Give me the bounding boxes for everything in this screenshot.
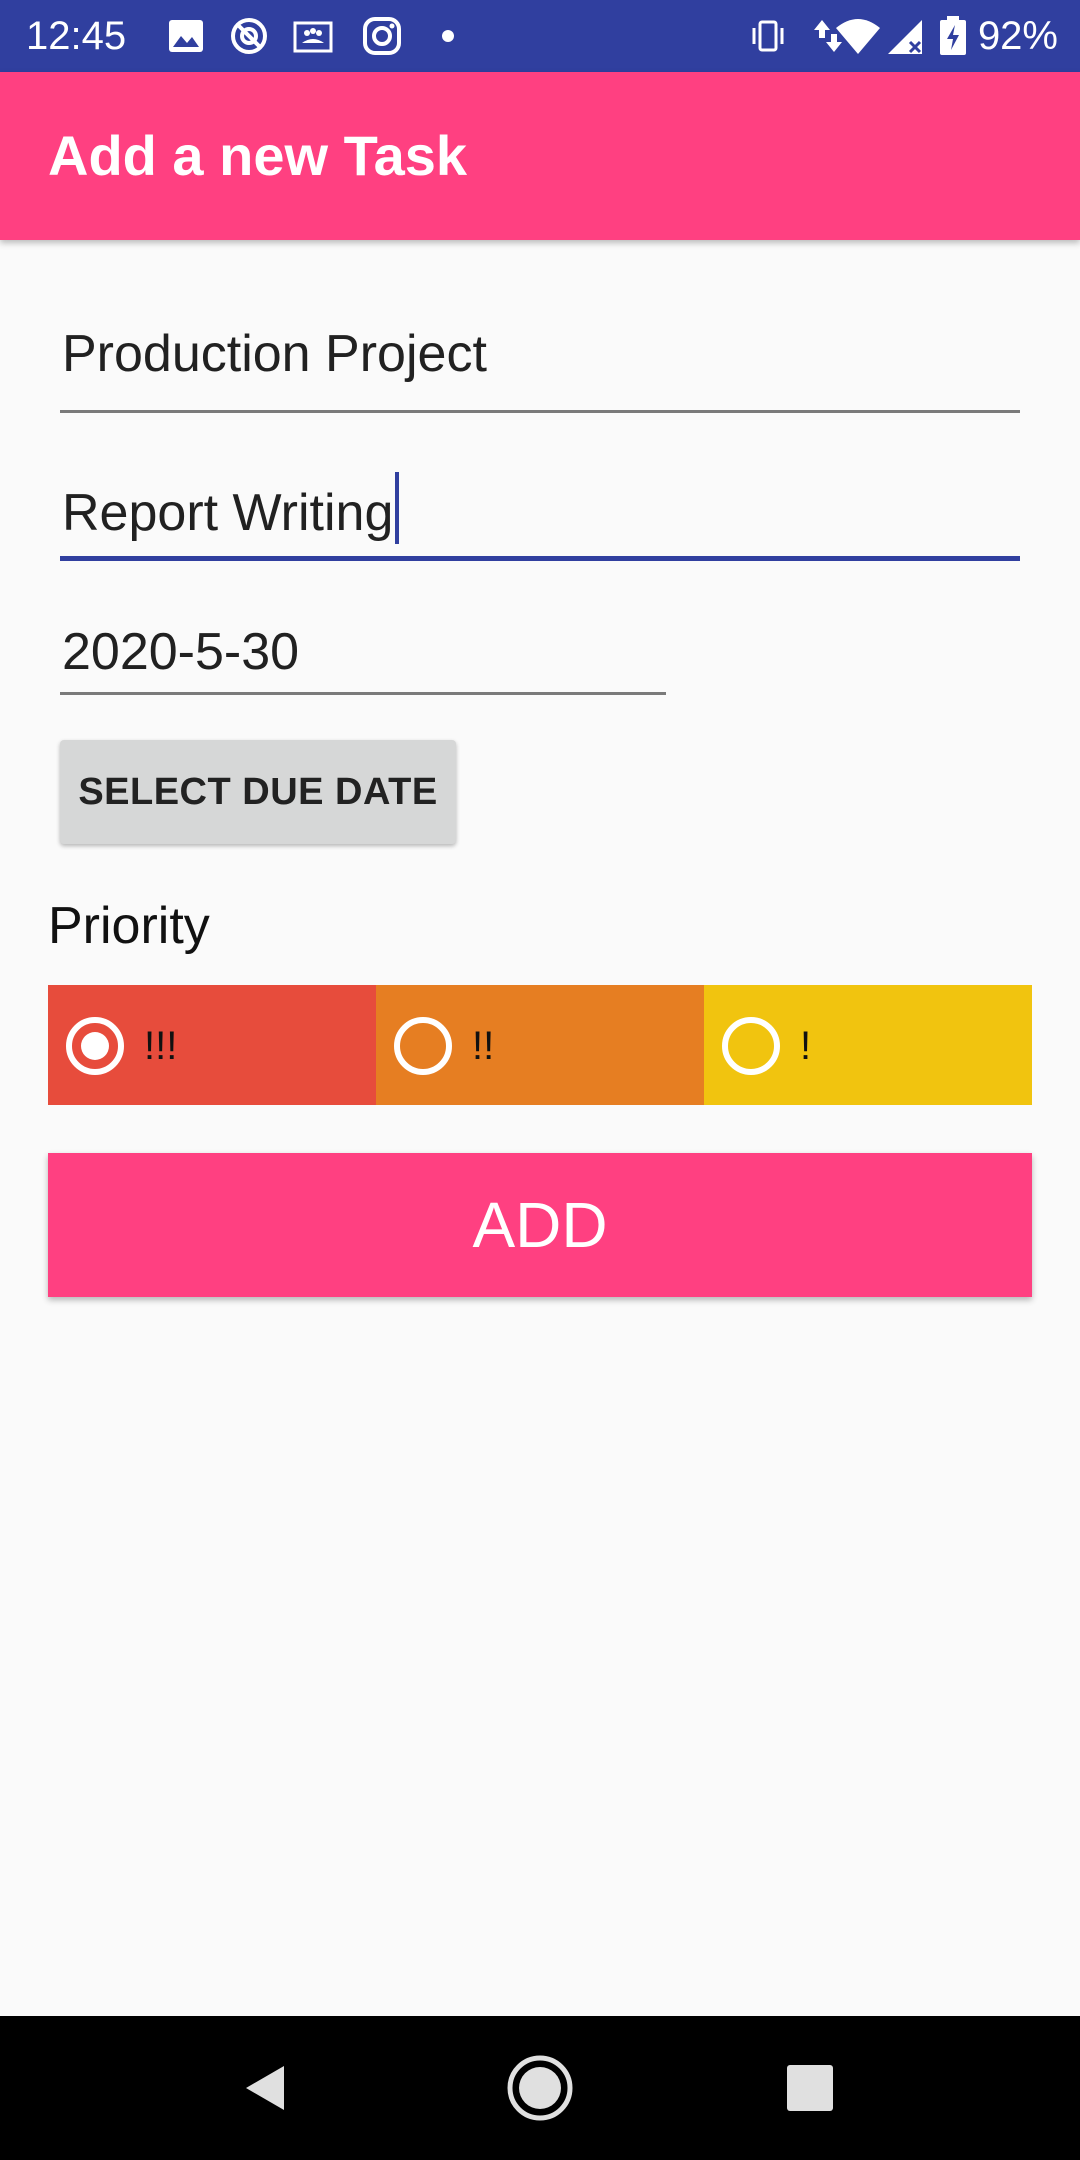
- due-date-field[interactable]: 2020-5-30: [60, 620, 666, 695]
- battery-icon: [940, 16, 966, 55]
- radio-unchecked-icon[interactable]: [722, 1017, 780, 1075]
- vibrate-icon: [752, 20, 784, 52]
- back-icon[interactable]: [230, 2052, 302, 2124]
- page-title: Add a new Task: [48, 124, 468, 187]
- vpn-icon: [231, 18, 267, 54]
- status-bar: 12:45 92%: [0, 0, 1080, 72]
- status-time: 12:45: [26, 14, 127, 58]
- add-button[interactable]: ADD: [48, 1153, 1032, 1297]
- radio-unchecked-icon[interactable]: [394, 1017, 452, 1075]
- dot-icon: [442, 30, 454, 42]
- priority-radio-group: !!! !! !: [48, 985, 1032, 1105]
- wifi-icon: [836, 19, 880, 54]
- task-name-value: Report Writing: [62, 484, 394, 542]
- task-name-underline: [60, 556, 1020, 561]
- priority-high-option[interactable]: !!!: [48, 985, 376, 1105]
- priority-high-label: !!!: [144, 1024, 178, 1068]
- battery-percent: 92%: [977, 14, 1058, 58]
- task-name-field[interactable]: Report Writing: [60, 472, 1020, 561]
- priority-medium-label: !!: [472, 1024, 495, 1068]
- priority-low-label: !: [800, 1024, 812, 1068]
- text-cursor: [395, 472, 400, 544]
- recents-icon[interactable]: [774, 2052, 846, 2124]
- project-name-value: Production Project: [62, 325, 487, 383]
- signal-icon: [888, 20, 922, 54]
- priority-label: Priority: [48, 897, 210, 955]
- priority-medium-option[interactable]: !!: [376, 985, 704, 1105]
- instagram-icon: [363, 17, 401, 55]
- image-icon: [169, 20, 203, 52]
- app-bar: Add a new Task: [0, 72, 1080, 240]
- due-date-value: 2020-5-30: [62, 623, 300, 681]
- project-name-underline: [60, 410, 1020, 413]
- select-due-date-button[interactable]: SELECT DUE DATE: [60, 740, 456, 844]
- radio-checked-icon[interactable]: [66, 1017, 124, 1075]
- due-date-underline: [60, 692, 666, 695]
- contacts-card-icon: [293, 21, 333, 53]
- project-name-field[interactable]: Production Project: [60, 322, 1020, 413]
- navigation-bar: [0, 2016, 1080, 2160]
- priority-low-option[interactable]: !: [704, 985, 1032, 1105]
- home-icon[interactable]: [504, 2052, 576, 2124]
